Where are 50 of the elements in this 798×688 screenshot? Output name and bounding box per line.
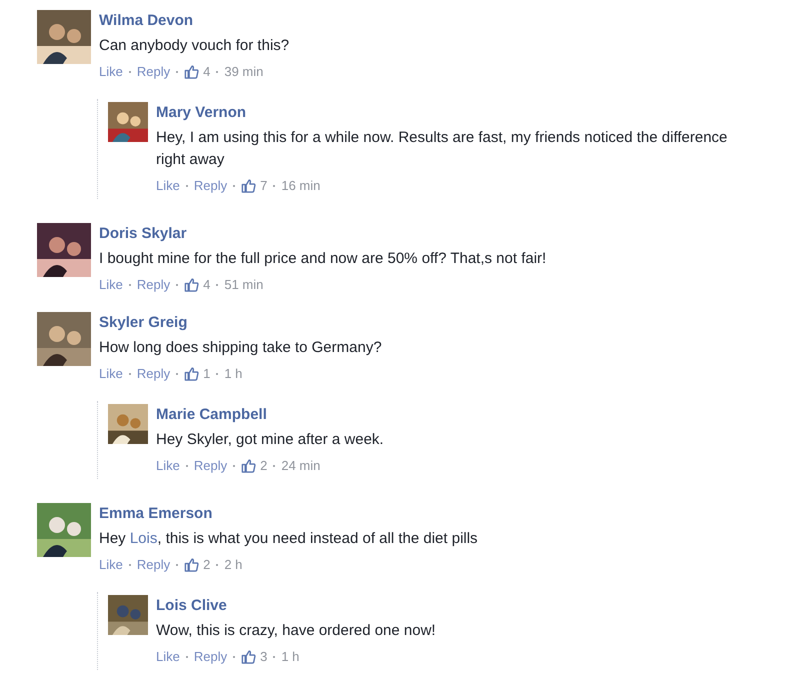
like-count: 4 (203, 277, 210, 292)
like-link[interactable]: Like (99, 277, 123, 292)
author-name[interactable]: Mary Vernon (156, 102, 758, 124)
reply-link[interactable]: Reply (136, 64, 170, 79)
thumbs-up-icon (241, 178, 256, 193)
author-name[interactable]: Wilma Devon (99, 10, 290, 32)
like-count: 7 (260, 178, 268, 193)
author-name[interactable]: Doris Skylar (99, 223, 546, 245)
timestamp: 24 min (281, 458, 320, 473)
timestamp: 51 min (224, 277, 264, 292)
thumbs-up-icon (184, 277, 200, 292)
like-link[interactable]: Like (99, 557, 123, 572)
comment-text: Hey, I am using this for a while now. Results are fast, my friends noticed the difference right away (156, 128, 728, 170)
reply-link[interactable]: Reply (194, 649, 228, 664)
like-link[interactable]: Like (99, 64, 123, 79)
comment-text: How long does shipping take to Germany? (99, 338, 382, 358)
comment-text: Hey Lois, this is what you need instead of all the diet pills (99, 529, 478, 549)
thumbs-up-icon (241, 649, 256, 664)
like-count: 2 (203, 557, 210, 572)
like-link[interactable]: Like (156, 649, 180, 664)
thumbs-up-icon (184, 64, 200, 79)
like-link[interactable]: Like (99, 366, 123, 381)
author-name[interactable]: Emma Emerson (99, 503, 478, 525)
comment-text: Hey Skyler, got mine after a week. (156, 430, 384, 450)
author-name[interactable]: Lois Clive (156, 595, 436, 617)
like-count: 2 (260, 458, 268, 473)
reply-link[interactable]: Reply (194, 178, 228, 193)
comment-text: I bought mine for the full price and now are 50% off? That,s not fair! (99, 249, 546, 269)
timestamp: 1 h (224, 366, 242, 381)
reply-link[interactable]: Reply (136, 557, 170, 572)
timestamp: 1 h (281, 649, 300, 664)
timestamp: 39 min (224, 64, 264, 79)
timestamp: 2 h (224, 557, 242, 572)
timestamp: 16 min (281, 178, 320, 193)
like-count: 1 (203, 366, 210, 381)
like-link[interactable]: Like (156, 178, 180, 193)
like-count: 3 (260, 649, 268, 664)
author-name[interactable]: Marie Campbell (156, 404, 384, 426)
reply-link[interactable]: Reply (194, 458, 228, 473)
like-count: 4 (203, 64, 210, 79)
author-name[interactable]: Skyler Greig (99, 312, 382, 334)
mention-link[interactable]: Lois (130, 530, 158, 547)
reply-link[interactable]: Reply (136, 366, 170, 381)
comment-text: Can anybody vouch for this? (99, 36, 290, 56)
thumbs-up-icon (184, 366, 200, 381)
thumbs-up-icon (241, 458, 256, 473)
reply-link[interactable]: Reply (136, 277, 170, 292)
thumbs-up-icon (184, 557, 200, 572)
comment-text: Wow, this is crazy, have ordered one now! (156, 621, 436, 641)
like-link[interactable]: Like (156, 458, 180, 473)
